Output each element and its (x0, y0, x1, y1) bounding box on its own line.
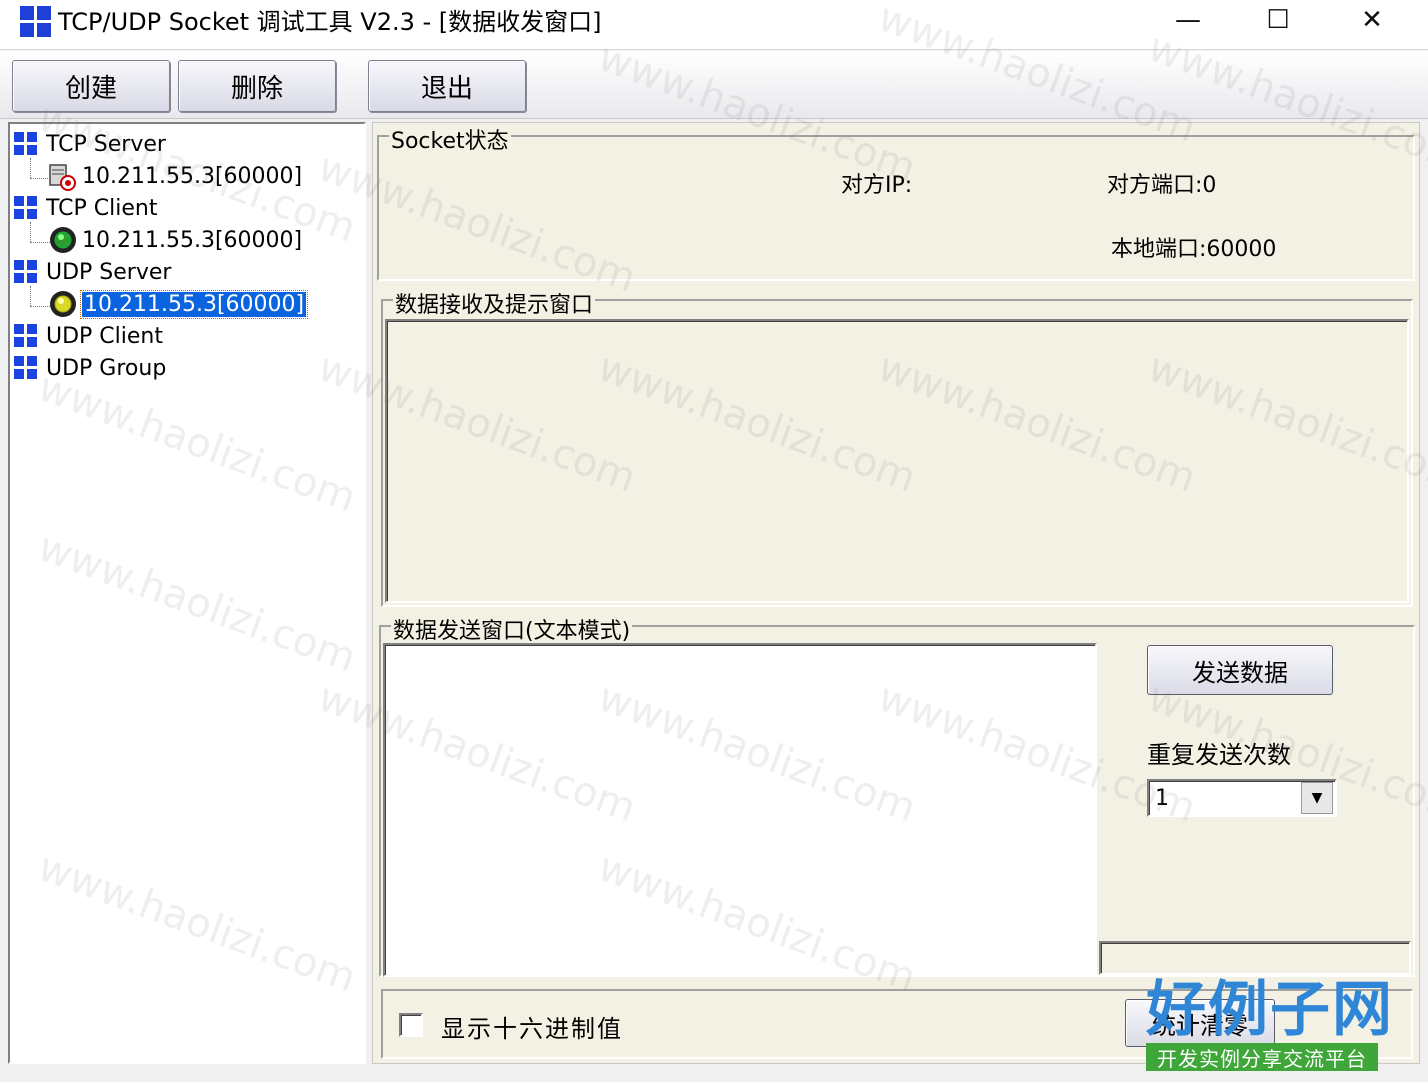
repeat-count-label: 重复发送次数 (1147, 741, 1291, 769)
network-group-icon (14, 132, 38, 156)
tree-item-udp-server-connection[interactable]: 10.211.55.3[60000] (48, 288, 309, 320)
tree-item-label: 10.211.55.3[60000] (82, 227, 303, 253)
title-bar: TCP/UDP Socket 调试工具 V2.3 - [数据收发窗口] — ☐ … (0, 0, 1428, 50)
tree-item-label-selected: 10.211.55.3[60000] (79, 289, 309, 319)
tree-item-tcp-client-connection[interactable]: 10.211.55.3[60000] (48, 224, 302, 256)
network-group-icon (14, 196, 38, 220)
toolbar: 创建 删除 退出 (0, 51, 1428, 119)
tree-group-label: UDP Server (46, 259, 172, 285)
close-icon: ✕ (1361, 5, 1383, 35)
remote-ip-label: 对方IP: (841, 173, 913, 198)
tree-group-tcp-server[interactable]: TCP Server (14, 128, 166, 160)
repeat-count-value: 1 (1155, 785, 1169, 811)
send-status-field (1099, 941, 1411, 975)
maximize-button[interactable]: ☐ (1232, 0, 1324, 40)
site-logo: 好例子网 (1146, 975, 1394, 1045)
client-connection-icon (48, 225, 78, 255)
send-title: 数据发送窗口(文本模式) (391, 613, 633, 645)
socket-status-title: Socket状态 (389, 123, 511, 155)
udp-connection-icon (48, 289, 78, 319)
data-window: Socket状态 对方IP: 对方端口:0 本地端口:60000 数据接收及提示… (372, 122, 1420, 1064)
tree-item-tcp-server-connection[interactable]: 10.211.55.3[60000] (48, 160, 302, 192)
create-button[interactable]: 创建 (12, 60, 170, 112)
server-connection-icon (48, 161, 78, 191)
maximize-icon: ☐ (1266, 5, 1290, 35)
local-port-label: 本地端口:60000 (1111, 237, 1277, 262)
tree-group-label: TCP Client (46, 195, 158, 221)
tree-group-label: TCP Server (46, 131, 166, 157)
network-group-icon (14, 324, 38, 348)
tree-group-udp-server[interactable]: UDP Server (14, 256, 171, 288)
tree-group-label: UDP Client (46, 323, 163, 349)
send-data-button[interactable]: 发送数据 (1147, 645, 1333, 695)
close-button[interactable]: ✕ (1326, 0, 1418, 40)
minimize-icon: — (1175, 5, 1201, 35)
tree-group-label: UDP Group (46, 355, 167, 381)
chevron-down-icon[interactable]: ▼ (1301, 782, 1333, 814)
network-group-icon (14, 260, 38, 284)
site-logo-tagline: 开发实例分享交流平台 (1146, 1043, 1378, 1071)
network-group-icon (14, 356, 38, 380)
tree-item-label: 10.211.55.3[60000] (82, 163, 303, 189)
connection-tree[interactable]: TCP Server 10.211.55.3[60000] TCP Client (8, 122, 366, 1064)
minimize-button[interactable]: — (1142, 0, 1234, 40)
app-icon (20, 6, 52, 38)
delete-button[interactable]: 删除 (178, 60, 336, 112)
repeat-count-select[interactable]: 1 ▼ (1147, 779, 1337, 817)
hex-checkbox-label: 显示十六进制值 (441, 1015, 623, 1043)
hex-checkbox[interactable] (399, 1013, 423, 1037)
tree-group-tcp-client[interactable]: TCP Client (14, 192, 157, 224)
receive-textarea[interactable] (385, 319, 1409, 603)
send-textarea[interactable] (383, 643, 1097, 977)
remote-port-label: 对方端口:0 (1107, 173, 1217, 198)
tree-group-udp-group[interactable]: UDP Group (14, 352, 166, 384)
receive-title: 数据接收及提示窗口 (393, 287, 596, 319)
exit-button[interactable]: 退出 (368, 60, 526, 112)
tree-group-udp-client[interactable]: UDP Client (14, 320, 163, 352)
window-title: TCP/UDP Socket 调试工具 V2.3 - [数据收发窗口] (58, 8, 602, 36)
